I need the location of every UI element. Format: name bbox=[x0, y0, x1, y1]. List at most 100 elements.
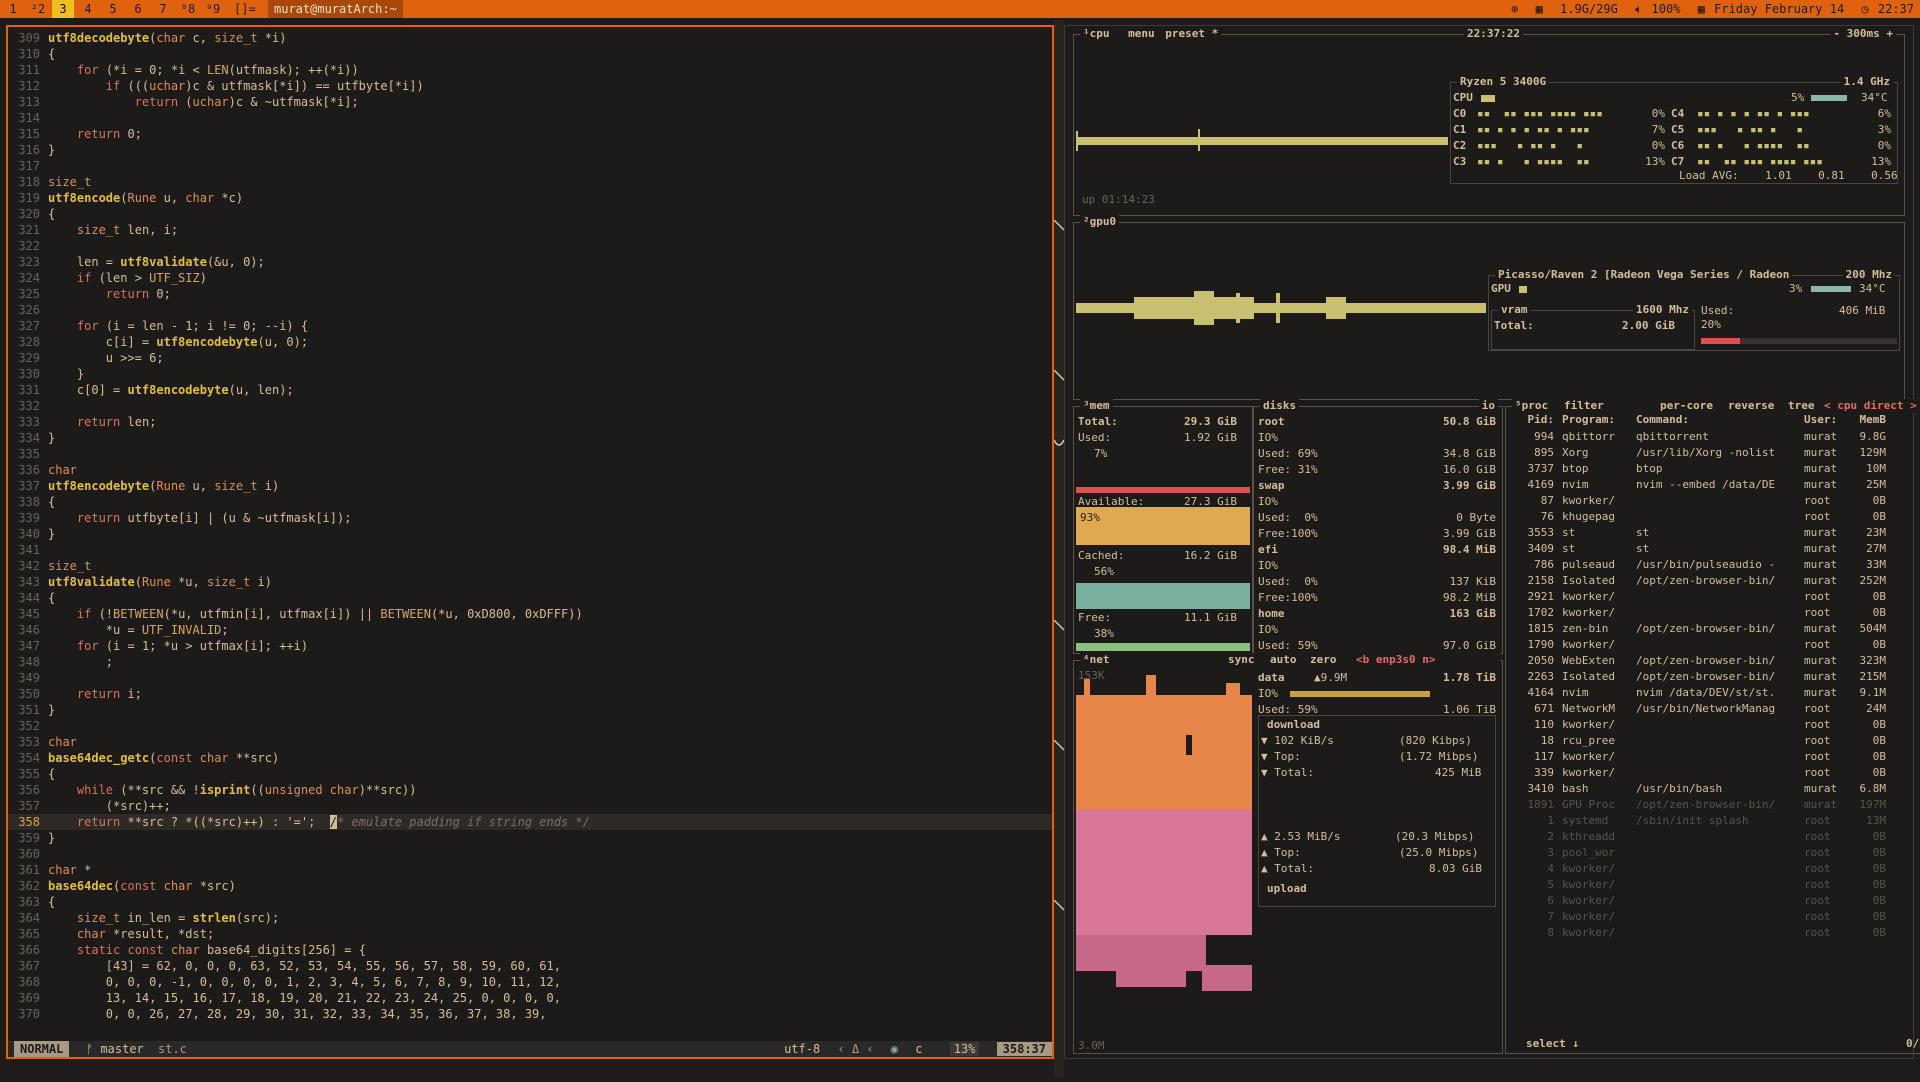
line-text[interactable]: size_t in_len = strlen(src); bbox=[48, 910, 279, 926]
line-text[interactable]: if (!BETWEEN(*u, utfmin[i], utfmax[i]) |… bbox=[48, 606, 583, 622]
workspace-8[interactable]: ⁸8 bbox=[177, 0, 199, 18]
code-line[interactable]: 327 for (i = len - 1; i != 0; --i) { bbox=[8, 318, 1052, 334]
line-text[interactable]: len = utf8validate(&u, 0); bbox=[48, 254, 265, 270]
code-line[interactable]: 332 bbox=[8, 398, 1052, 414]
line-text[interactable]: 0, 0, 26, 27, 28, 29, 30, 31, 32, 33, 34… bbox=[48, 1006, 547, 1022]
code-line[interactable]: 342 size_t bbox=[8, 558, 1052, 574]
proc-row[interactable]: 110 kworker/root 0B 0.0 bbox=[1506, 717, 1920, 733]
code-line[interactable]: 349 bbox=[8, 670, 1052, 686]
line-text[interactable]: { bbox=[48, 46, 55, 62]
line-text[interactable]: { bbox=[48, 590, 55, 606]
proc-row[interactable]: 339 kworker/root 0B 0.0 bbox=[1506, 765, 1920, 781]
proc-filter[interactable]: filter bbox=[1564, 399, 1604, 413]
line-text[interactable]: { bbox=[48, 494, 55, 510]
workspace-6[interactable]: 6 bbox=[127, 0, 149, 18]
code-line[interactable]: 340} bbox=[8, 526, 1052, 542]
line-text[interactable]: for (i = len - 1; i != 0; --i) { bbox=[48, 318, 308, 334]
proc-header-cell[interactable]: Program: bbox=[1562, 413, 1615, 427]
proc-row[interactable]: 8 kworker/root 0B 0.0 bbox=[1506, 925, 1920, 941]
line-text[interactable]: while (**src && !isprint((unsigned char)… bbox=[48, 782, 417, 798]
code-line[interactable]: 345 if (!BETWEEN(*u, utfmin[i], utfmax[i… bbox=[8, 606, 1052, 622]
line-text[interactable]: utf8validate(Rune *u, size_t i) bbox=[48, 574, 272, 590]
code-line[interactable]: 356 while (**src && !isprint((unsigned c… bbox=[8, 782, 1052, 798]
code-line[interactable]: 330 } bbox=[8, 366, 1052, 382]
line-text[interactable]: c[0] = utf8encodebyte(u, len); bbox=[48, 382, 294, 398]
line-text[interactable]: size_t len, i; bbox=[48, 222, 178, 238]
proc-sort[interactable]: < cpu direct > bbox=[1824, 399, 1917, 413]
line-text[interactable]: char bbox=[48, 734, 77, 750]
code-line[interactable]: 339 return utfbyte[i] | (u & ~utfmask[i]… bbox=[8, 510, 1052, 526]
code-line[interactable]: 321 size_t len, i; bbox=[8, 222, 1052, 238]
code-line[interactable]: 343 utf8validate(Rune *u, size_t i) bbox=[8, 574, 1052, 590]
line-text[interactable]: ; bbox=[48, 654, 113, 670]
proc-header-cell[interactable]: User: bbox=[1804, 413, 1837, 427]
proc-row[interactable]: 3737 btop btop murat 10M 0.4 bbox=[1506, 461, 1920, 477]
workspace-3[interactable]: 3 bbox=[52, 0, 74, 18]
proc-row[interactable]: 671 NetworkM/usr/bin/NetworkManag root 24M 0… bbox=[1506, 701, 1920, 717]
net-zero[interactable]: zero bbox=[1310, 653, 1337, 667]
code-line[interactable]: 363 { bbox=[8, 894, 1052, 910]
code-line[interactable]: 359} bbox=[8, 830, 1052, 846]
proc-row[interactable]: 2050 WebExten/opt/zen-browser-bin/murat 32… bbox=[1506, 653, 1920, 669]
code-line[interactable]: 367 [43] = 62, 0, 0, 0, 63, 52, 53, 54, … bbox=[8, 958, 1052, 974]
code-line[interactable]: 365 char *result, *dst; bbox=[8, 926, 1052, 942]
proc-select[interactable]: select ↓ bbox=[1526, 1037, 1579, 1051]
code-line[interactable]: 323 len = utf8validate(&u, 0); bbox=[8, 254, 1052, 270]
line-text[interactable]: *u = UTF_INVALID; bbox=[48, 622, 229, 638]
line-text[interactable]: (*src)++; bbox=[48, 798, 171, 814]
proc-row[interactable]: 4164 nvim nvim /data/DEV/st/st. murat 9.1M 0.… bbox=[1506, 685, 1920, 701]
layout-indicator[interactable]: []= bbox=[234, 0, 256, 18]
code-line[interactable]: 334} bbox=[8, 430, 1052, 446]
net-sync[interactable]: sync bbox=[1228, 653, 1255, 667]
line-text[interactable]: base64dec_getc(const char **src) bbox=[48, 750, 279, 766]
code-line[interactable]: 355 { bbox=[8, 766, 1052, 782]
code-line[interactable]: 346 *u = UTF_INVALID; bbox=[8, 622, 1052, 638]
proc-row[interactable]: 7 kworker/root 0B 0.0 bbox=[1506, 909, 1920, 925]
update-interval[interactable]: - 300ms + bbox=[1830, 27, 1896, 41]
code-line[interactable]: 344 { bbox=[8, 590, 1052, 606]
proc-row[interactable]: 3553 st st murat 23M 0.0 bbox=[1506, 525, 1920, 541]
workspace-2[interactable]: ²2 bbox=[27, 0, 49, 18]
workspace-4[interactable]: 4 bbox=[77, 0, 99, 18]
code-line[interactable]: 337 utf8encodebyte(Rune u, size_t i) bbox=[8, 478, 1052, 494]
code-line[interactable]: 313 return (uchar)c & ~utfmask[*i]; bbox=[8, 94, 1052, 110]
btop-window[interactable]: ¹cpu menu preset * 22:37:22 - 300ms + up… bbox=[1064, 25, 1920, 1059]
line-text[interactable]: } bbox=[48, 366, 84, 382]
code-line[interactable]: 370 0, 0, 26, 27, 28, 29, 30, 31, 32, 33… bbox=[8, 1006, 1052, 1022]
code-line[interactable]: 347 for (i = 1; *u > utfmax[i]; ++i) bbox=[8, 638, 1052, 654]
code-line[interactable]: 326 bbox=[8, 302, 1052, 318]
proc-reverse[interactable]: reverse bbox=[1728, 399, 1774, 413]
proc-header-cell[interactable]: Pid: bbox=[1510, 413, 1555, 427]
line-text[interactable]: } bbox=[48, 526, 55, 542]
code-line[interactable]: 366 static const char base64_digits[256]… bbox=[8, 942, 1052, 958]
proc-row[interactable]: 4 kworker/root 0B 0.0 bbox=[1506, 861, 1920, 877]
line-text[interactable]: u >>= 6; bbox=[48, 350, 164, 366]
code-line[interactable]: 331 c[0] = utf8encodebyte(u, len); bbox=[8, 382, 1052, 398]
line-text[interactable]: { bbox=[48, 206, 55, 222]
line-text[interactable]: utf8encode(Rune u, char *c) bbox=[48, 190, 243, 206]
proc-row[interactable]: 3409 st st murat 27M 0.0 bbox=[1506, 541, 1920, 557]
code-line[interactable]: 368 0, 0, 0, -1, 0, 0, 0, 0, 1, 2, 3, 4,… bbox=[8, 974, 1052, 990]
line-text[interactable]: 0, 0, 0, -1, 0, 0, 0, 0, 1, 2, 3, 4, 5, … bbox=[48, 974, 561, 990]
volume-icon[interactable]: 🔈︎ bbox=[1635, 2, 1642, 16]
line-text[interactable]: if (((uchar)c & utfmask[*i]) == utfbyte[… bbox=[48, 78, 424, 94]
code-line[interactable]: 322 bbox=[8, 238, 1052, 254]
line-text[interactable]: c[i] = utf8encodebyte(u, 0); bbox=[48, 334, 308, 350]
proc-row[interactable]: 6 kworker/root 0B 0.0 bbox=[1506, 893, 1920, 909]
proc-row[interactable]: 1790 kworker/root 0B 0.0 bbox=[1506, 637, 1920, 653]
workspace-9[interactable]: ⁹9 bbox=[202, 0, 224, 18]
code-editor[interactable]: 309 utf8decodebyte(char c, size_t *i) 310 {… bbox=[8, 30, 1052, 1038]
line-text[interactable]: return 0; bbox=[48, 126, 142, 142]
proc-per-core[interactable]: per-core bbox=[1660, 399, 1713, 413]
code-line[interactable]: 336 char bbox=[8, 462, 1052, 478]
proc-row[interactable]: 1891 GPU Proc/opt/zen-browser-bin/murat 19… bbox=[1506, 797, 1920, 813]
qbittorrent-tray-icon[interactable]: ⊕ bbox=[1511, 2, 1518, 16]
code-line[interactable]: 316} bbox=[8, 142, 1052, 158]
line-text[interactable]: return **src ? *((*src)++) : '='; /* emu… bbox=[48, 814, 590, 830]
proc-row[interactable]: 87 kworker/root 0B 0.4 bbox=[1506, 493, 1920, 509]
code-line[interactable]: 348 ; bbox=[8, 654, 1052, 670]
code-line[interactable]: 324 if (len > UTF_SIZ) bbox=[8, 270, 1052, 286]
code-line[interactable]: 310 { bbox=[8, 46, 1052, 62]
proc-row[interactable]: 1815 zen-bin/opt/zen-browser-bin/murat 504… bbox=[1506, 621, 1920, 637]
line-text[interactable]: static const char base64_digits[256] = { bbox=[48, 942, 366, 958]
